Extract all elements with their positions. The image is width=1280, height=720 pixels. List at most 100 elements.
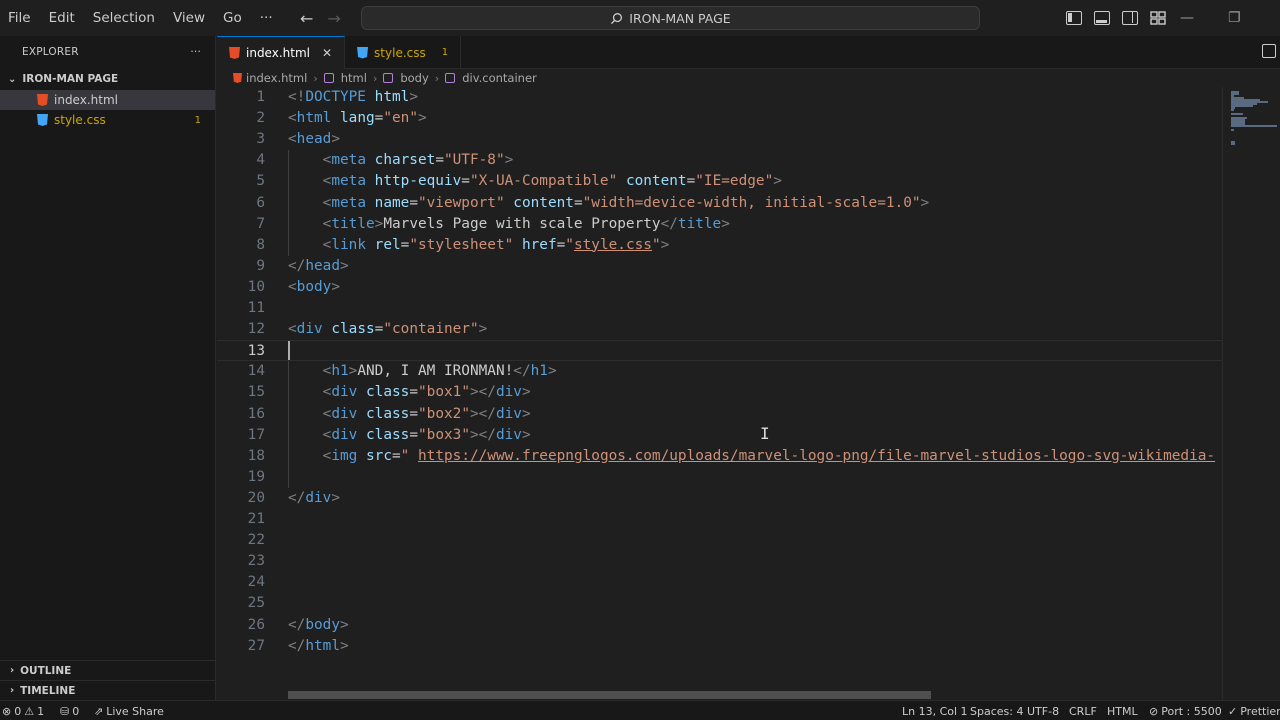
menu-edit[interactable]: Edit (40, 0, 84, 36)
code-line[interactable]: 12 <div class="container"> (217, 319, 1222, 340)
code-line[interactable]: 27 </html> (217, 636, 1222, 657)
menu-selection[interactable]: Selection (84, 0, 164, 36)
line-number: 17 (247, 426, 265, 443)
toggle-panel-icon[interactable] (1094, 11, 1110, 25)
folder-iron-man-page[interactable]: ⌄ IRON-MAN PAGE (0, 68, 215, 90)
code-token: name (374, 194, 410, 211)
folder-label: IRON-MAN PAGE (22, 73, 119, 85)
code-token: html (374, 89, 410, 105)
code-line[interactable]: 13 (217, 340, 1222, 362)
live-share-status[interactable]: ⇗ Live Share (94, 701, 164, 720)
breadcrumb-item[interactable]: body (400, 71, 428, 85)
code-line[interactable]: 23 (217, 551, 1222, 572)
timeline-section[interactable]: › TIMELINE (0, 680, 216, 700)
code-token: body (296, 278, 332, 295)
code-line[interactable]: 4 <meta charset="UTF-8"> (217, 150, 1222, 171)
line-number: 4 (256, 152, 265, 169)
restore-icon[interactable]: ❐ (1228, 10, 1241, 26)
menu-bar: File Edit Selection View Go ··· (0, 0, 282, 36)
encoding[interactable]: UTF-8 (1027, 701, 1059, 720)
minimap[interactable] (1222, 87, 1280, 700)
code-token: div (331, 405, 358, 422)
code-token: div (331, 426, 358, 443)
line-number: 10 (247, 278, 265, 295)
horizontal-scrollbar[interactable] (288, 691, 931, 699)
code-line[interactable]: 19 (217, 467, 1222, 488)
customize-layout-icon[interactable] (1150, 11, 1166, 25)
html-file-icon (37, 94, 48, 106)
code-line[interactable]: 9 </head> (217, 256, 1222, 277)
back-arrow-icon[interactable]: ← (300, 9, 313, 28)
code-line[interactable]: 8 <link rel="stylesheet" href="style.css… (217, 235, 1222, 256)
code-line[interactable]: 20 </div> (217, 488, 1222, 509)
menu-file[interactable]: File (0, 0, 40, 36)
breadcrumb-item[interactable]: div.container (462, 71, 537, 85)
outline-label: OUTLINE (20, 664, 72, 677)
breadcrumb-item[interactable]: html (341, 71, 367, 85)
code-text: <meta name="viewport" content="width=dev… (288, 193, 930, 214)
explorer-title: EXPLORER (22, 46, 79, 58)
file-label: style.css (54, 113, 106, 127)
code-token: class (331, 321, 375, 338)
end-of-line[interactable]: CRLF (1069, 701, 1097, 720)
file-index-html[interactable]: index.html (0, 90, 215, 110)
outline-section[interactable]: › OUTLINE (0, 660, 216, 680)
code-line[interactable]: 15 <div class="box1"></div> (217, 382, 1222, 403)
tab-style-css[interactable]: style.css 1 (345, 36, 462, 69)
menu-view[interactable]: View (164, 0, 214, 36)
file-style-css[interactable]: style.css 1 (0, 110, 215, 130)
code-token: = (409, 194, 418, 211)
code-editor[interactable]: 1 <!DOCTYPE html> 2 <html lang="en"> 3 <head>… (217, 87, 1222, 700)
menu-more[interactable]: ··· (251, 0, 282, 36)
code-line[interactable]: 3 <head> (217, 129, 1222, 150)
code-line[interactable]: 11 (217, 298, 1222, 319)
command-center-search[interactable]: IRON-MAN PAGE (361, 6, 980, 30)
code-token: div (495, 426, 522, 443)
code-token: < (288, 278, 297, 295)
code-line[interactable]: 1 <!DOCTYPE html> (217, 87, 1222, 108)
code-token: > (331, 131, 340, 148)
cursor-position[interactable]: Ln 13, Col 1 (902, 701, 968, 720)
code-token: meta (331, 173, 366, 190)
toggle-primary-sidebar-icon[interactable] (1066, 11, 1082, 25)
code-line[interactable]: 17 <div class="box3"></div> (217, 425, 1222, 446)
toggle-secondary-sidebar-icon[interactable] (1122, 11, 1138, 25)
code-line[interactable]: 24 (217, 572, 1222, 593)
code-line[interactable]: 22 (217, 530, 1222, 551)
code-line[interactable]: 21 (217, 509, 1222, 530)
prettier-status[interactable]: ✓ Prettier (1228, 701, 1280, 720)
code-token: AND, I AM IRONMAN! (357, 363, 514, 380)
forward-arrow-icon[interactable]: → (327, 9, 340, 28)
code-text: <div class="container"> (288, 319, 487, 340)
breadcrumb-item[interactable]: index.html (246, 71, 307, 85)
code-token: <! (288, 89, 306, 105)
code-line[interactable]: 14 <h1>AND, I AM IRONMAN!</h1> (217, 361, 1222, 382)
code-token: "width=device-width, initial-scale=1.0" (582, 194, 921, 211)
code-line[interactable]: 7 <title>Marvels Page with scale Propert… (217, 214, 1222, 235)
problems-status[interactable]: ⊗ 0 ⚠ 1 (2, 701, 44, 720)
code-token: http-equiv (374, 173, 462, 190)
code-line[interactable]: 10 <body> (217, 277, 1222, 298)
split-editor-icon[interactable] (1262, 44, 1276, 58)
tab-index-html[interactable]: index.html ✕ (217, 36, 346, 69)
code-line[interactable]: 25 (217, 593, 1222, 614)
code-line[interactable]: 18 <img src=" https://www.freepnglogos.c… (217, 446, 1222, 467)
menu-go[interactable]: Go (214, 0, 251, 36)
close-icon[interactable]: ✕ (322, 46, 332, 60)
code-line[interactable]: 16 <div class="box2"></div> (217, 404, 1222, 425)
code-line[interactable]: 6 <meta name="viewport" content="width=d… (217, 193, 1222, 214)
line-number: 26 (247, 616, 265, 633)
element-icon (323, 73, 334, 83)
line-number: 18 (247, 447, 265, 464)
indentation[interactable]: Spaces: 4 (970, 701, 1023, 720)
language-mode[interactable]: HTML (1107, 701, 1138, 720)
code-line[interactable]: 2 <html lang="en"> (217, 108, 1222, 129)
code-line[interactable]: 26 </body> (217, 615, 1222, 636)
ports-status[interactable]: ⛁ 0 (60, 701, 79, 720)
explorer-more-icon[interactable]: ··· (190, 46, 201, 58)
live-server-port[interactable]: ⊘ Port : 5500 (1149, 701, 1222, 720)
minimize-icon[interactable]: — (1180, 10, 1194, 26)
code-line[interactable]: 5 <meta http-equiv="X-UA-Compatible" con… (217, 171, 1222, 192)
chevron-right-icon: › (434, 71, 440, 85)
